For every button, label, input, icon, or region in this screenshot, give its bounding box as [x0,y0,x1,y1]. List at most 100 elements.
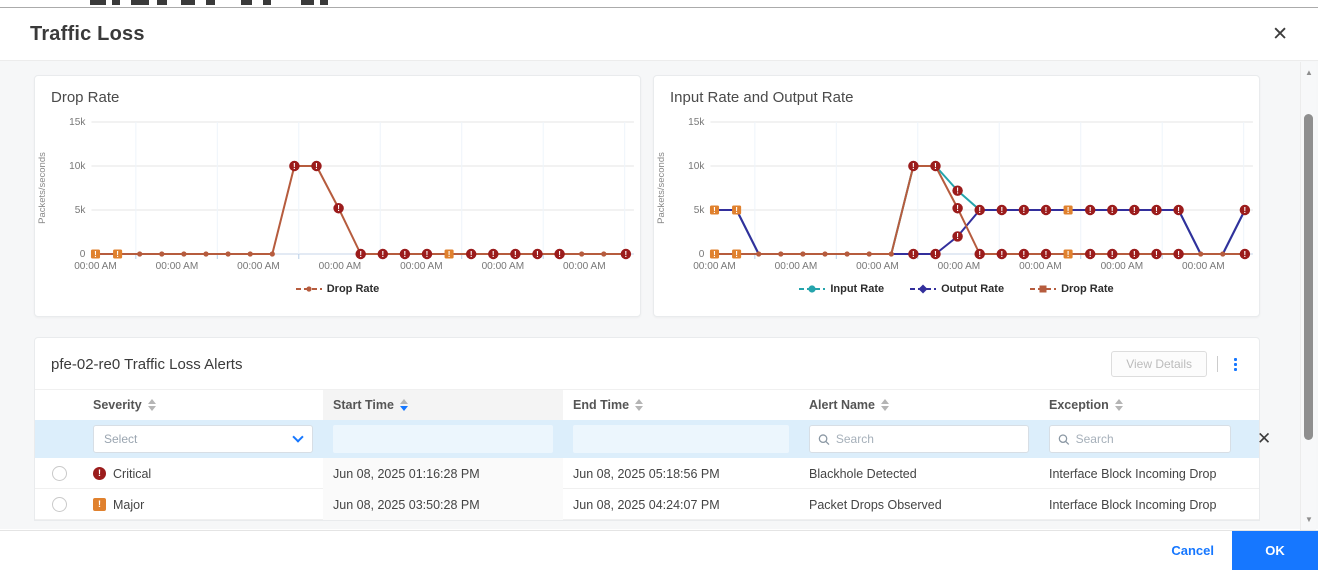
table-row[interactable]: ! Major Jun 08, 2025 03:50:28 PM Jun 08, 20… [35,489,1259,520]
end-time-value: Jun 08, 2025 05:18:56 PM [573,466,720,481]
legend-item[interactable]: Input Rate [799,283,884,295]
svg-text:!: ! [1089,206,1092,215]
severity-critical-icon: ! [93,467,106,480]
search-icon [1058,433,1070,445]
legend-marker-icon [295,286,322,292]
column-header-end-time[interactable]: End Time [563,390,799,420]
svg-text:00:00 AM: 00:00 AM [1182,261,1225,272]
svg-text:!: ! [1067,206,1070,215]
svg-text:!: ! [735,206,738,215]
background-artifact [112,0,120,5]
view-details-button[interactable]: View Details [1111,351,1207,377]
background-artifact [181,0,195,5]
column-header-severity[interactable]: Severity [83,390,323,420]
scrollbar-thumb[interactable] [1304,114,1313,440]
close-icon[interactable]: ✕ [1272,25,1288,44]
table-filter-row: Select ✕ [35,420,1271,458]
legend-marker-icon [1030,285,1057,293]
background-artifact [131,0,149,5]
background-artifact [301,0,314,5]
svg-text:!: ! [713,250,716,259]
sort-icon [635,399,644,411]
row-radio-button[interactable] [51,497,67,512]
start-time-value: Jun 08, 2025 03:50:28 PM [323,489,563,520]
svg-text:00:00 AM: 00:00 AM [856,261,899,272]
exception-search [1049,425,1231,453]
sort-icon [399,399,408,411]
modal-title: Traffic Loss [30,22,145,45]
divider [1217,356,1218,372]
svg-text:!: ! [625,250,628,259]
svg-text:!: ! [359,250,362,259]
alert-name-value: Packet Drops Observed [809,497,942,512]
svg-text:!: ! [978,250,981,259]
legend-item[interactable]: Drop Rate [1030,283,1114,295]
clear-filters-icon[interactable]: ✕ [1251,429,1277,448]
sort-icon [1114,399,1123,411]
legend-item[interactable]: Output Rate [910,283,1004,295]
svg-text:!: ! [1155,206,1158,215]
svg-text:!: ! [1045,206,1048,215]
column-label: End Time [573,398,630,412]
svg-text:!: ! [956,186,959,195]
charts-row: Drop Rate 0 5k 10k 15k 00:00 AM 00:00 AM 00:00… [34,75,1260,317]
cancel-button[interactable]: Cancel [1153,543,1232,558]
legend-marker-icon [910,284,937,294]
svg-text:!: ! [536,250,539,259]
start-time-filter[interactable] [333,425,553,453]
svg-text:15k: 15k [69,117,86,128]
column-header-start-time[interactable]: Start Time [323,390,563,420]
exception-search-input[interactable] [1075,432,1222,446]
kebab-menu-icon[interactable] [1228,356,1243,373]
svg-text:!: ! [912,250,915,259]
svg-text:00:00 AM: 00:00 AM [1019,261,1062,272]
svg-text:!: ! [956,204,959,213]
table-row[interactable]: ! Critical Jun 08, 2025 01:16:28 PM Jun 08,… [35,458,1259,489]
header-spacer [1241,390,1261,420]
legend-label: Input Rate [830,283,885,295]
svg-text:!: ! [514,250,517,259]
severity-filter-select[interactable]: Select [93,425,313,453]
legend-marker-icon [799,285,826,293]
svg-text:!: ! [1133,250,1136,259]
svg-text:15k: 15k [688,117,705,128]
background-artifact [241,0,252,5]
sort-icon [147,399,156,411]
chevron-down-icon [292,431,304,443]
end-time-filter[interactable] [573,425,789,453]
scrollbar-up-arrow[interactable]: ▲ [1301,68,1317,77]
svg-text:00:00 AM: 00:00 AM [74,261,117,272]
svg-text:!: ! [1177,206,1180,215]
scrollbar-down-arrow[interactable]: ▼ [1301,515,1317,524]
svg-text:!: ! [912,162,915,171]
svg-text:!: ! [1111,206,1114,215]
input-output-rate-chart-legend: Input Rate Output Rate Drop Rate [654,276,1259,302]
svg-text:!: ! [558,250,561,259]
svg-text:00:00 AM: 00:00 AM [693,261,736,272]
input-output-rate-chart-card: Input Rate and Output Rate 0 5k 10k 15k 00:0… [653,75,1260,317]
svg-text:10k: 10k [688,161,705,172]
alert-name-search [809,425,1029,453]
legend-item[interactable]: Drop Rate [295,283,379,295]
column-header-exception[interactable]: Exception [1039,390,1241,420]
background-content-strip [0,0,1318,8]
row-radio-button[interactable] [51,466,67,481]
exception-value: Interface Block Incoming Drop [1049,466,1217,481]
svg-text:!: ! [1133,206,1136,215]
alert-name-search-input[interactable] [835,432,1020,446]
column-header-alert-name[interactable]: Alert Name [799,390,1039,420]
severity-value: Critical [113,466,152,481]
column-label: Severity [93,398,142,412]
svg-text:!: ! [315,162,318,171]
svg-text:00:00 AM: 00:00 AM [1101,261,1144,272]
svg-text:00:00 AM: 00:00 AM [938,261,981,272]
background-artifact [263,0,271,5]
modal-header: Traffic Loss ✕ [0,8,1318,61]
ok-button[interactable]: OK [1232,530,1318,570]
svg-text:!: ! [713,206,716,215]
svg-text:!: ! [1067,250,1070,259]
svg-text:0: 0 [80,249,86,260]
svg-text:!: ! [1177,250,1180,259]
select-column-header [35,390,83,420]
svg-text:00:00 AM: 00:00 AM [237,261,280,272]
